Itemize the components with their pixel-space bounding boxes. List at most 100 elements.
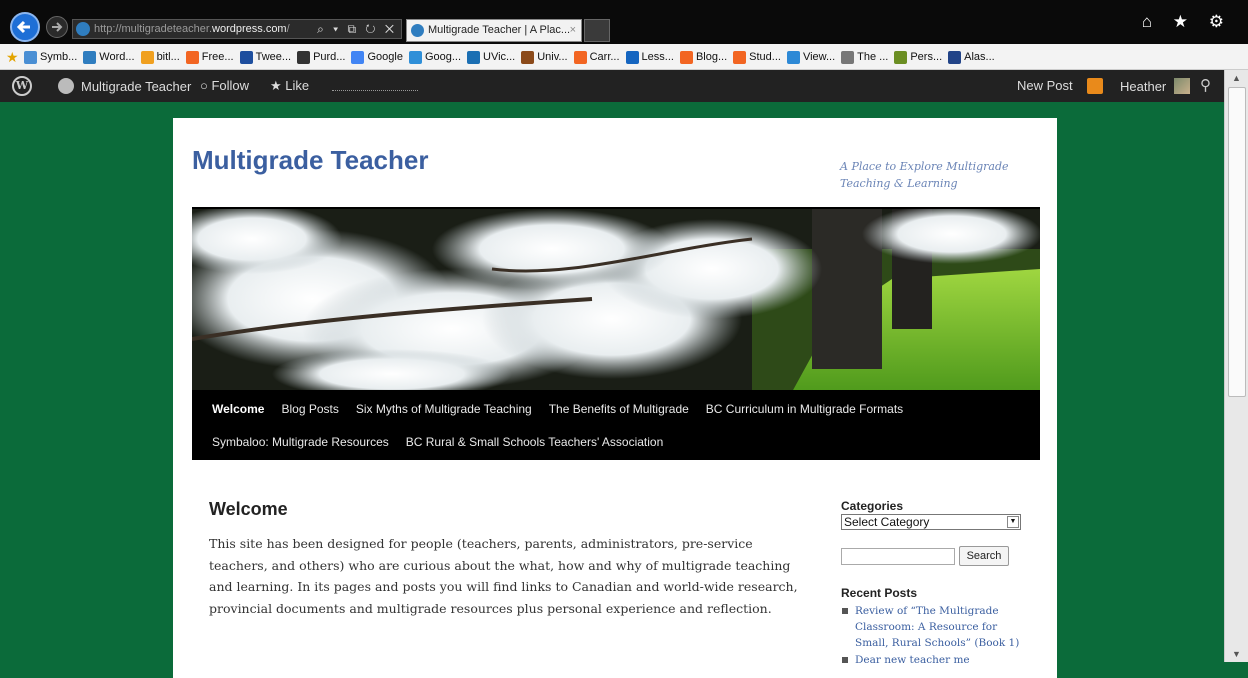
page-scrollbar[interactable]: ▲ ▼	[1224, 70, 1248, 662]
page-container: Multigrade Teacher A Place to Explore Mu…	[173, 118, 1057, 678]
favorite-link[interactable]: UVic...	[467, 50, 516, 64]
list-bullet-icon	[842, 608, 848, 614]
favorites-bar: ★ Symb... Word... bitl... Free... Twee... Pur…	[0, 44, 1248, 70]
nav-row-1: Welcome Blog Posts Six Myths of Multigrade…	[212, 402, 920, 416]
nav-item[interactable]: Blog Posts	[281, 402, 338, 416]
globe-icon	[58, 78, 74, 94]
wordpress-logo-icon[interactable]: W	[12, 76, 32, 96]
nav-item[interactable]: Six Myths of Multigrade Teaching	[356, 402, 532, 416]
nav-item[interactable]: BC Rural & Small Schools Teachers' Assoc…	[406, 435, 664, 449]
user-name: Heather	[1120, 78, 1167, 94]
site-title[interactable]: Multigrade Teacher	[192, 145, 428, 176]
favorite-link[interactable]: Twee...	[239, 50, 291, 64]
favorite-link[interactable]: Free...	[185, 50, 234, 64]
favorite-link[interactable]: Alas...	[948, 50, 995, 64]
favorite-label: Pers...	[910, 51, 943, 63]
favorite-label: Less...	[641, 51, 674, 63]
user-menu[interactable]: Heather	[1120, 78, 1191, 94]
favorite-link[interactable]: Word...	[83, 50, 135, 64]
post-title[interactable]: Welcome	[209, 499, 288, 520]
recent-post-item[interactable]: Dear new teacher me	[841, 652, 1031, 668]
search-input[interactable]	[841, 548, 955, 565]
recent-post-link[interactable]: Dear new teacher me	[855, 654, 970, 666]
sidebar: Categories Select Category ▼ Search Rece…	[841, 499, 1041, 666]
favorite-label: Word...	[99, 51, 135, 63]
favorite-link[interactable]: The ...	[841, 50, 889, 64]
nav-item[interactable]: Symbaloo: Multigrade Resources	[212, 435, 389, 449]
follow-button[interactable]: ○ Follow	[200, 78, 249, 93]
favorite-site-icon	[185, 50, 199, 64]
favorite-site-icon	[841, 50, 855, 64]
admin-site-name: Multigrade Teacher	[81, 78, 192, 94]
like-button[interactable]: ★ Like	[270, 78, 309, 94]
favorite-label: Goog...	[424, 51, 462, 63]
header-image	[192, 207, 1040, 392]
favorite-label: Purd...	[313, 51, 346, 63]
tab-multigrade-teacher[interactable]: Multigrade Teacher | A Plac... ×	[406, 19, 582, 42]
nav-item[interactable]: BC Curriculum in Multigrade Formats	[706, 402, 903, 416]
recent-posts-list: Review of “The Multigrade Classroom: A R…	[841, 603, 1031, 668]
new-post-button[interactable]: New Post	[1017, 78, 1073, 93]
favorite-site-icon	[297, 50, 311, 64]
wordpress-tab-icon	[411, 24, 424, 37]
favorite-link[interactable]: Pers...	[894, 50, 943, 64]
favorite-link[interactable]: Carr...	[573, 50, 620, 64]
favorite-site-icon	[408, 50, 422, 64]
new-tab-button[interactable]	[584, 19, 610, 42]
favorite-site-icon	[894, 50, 908, 64]
favorite-link[interactable]: Symb...	[24, 50, 77, 64]
tab-title: Multigrade Teacher | A Plac...	[428, 24, 571, 36]
address-bar[interactable]: http://multigradeteacher.wordpress.com/ …	[72, 19, 402, 39]
category-select[interactable]: Select Category ▼	[841, 514, 1021, 530]
categories-heading: Categories	[841, 499, 904, 513]
favorite-label: UVic...	[483, 51, 516, 63]
post-body: This site has been designed for people (…	[209, 536, 798, 616]
favorite-site-icon	[351, 50, 365, 64]
back-arrow-icon	[16, 20, 30, 34]
favorite-link[interactable]: bitl...	[140, 50, 180, 64]
favorite-link[interactable]: Blog...	[679, 50, 727, 64]
recent-posts-heading: Recent Posts	[841, 586, 918, 600]
tab-close-icon[interactable]: ×	[570, 20, 576, 41]
category-select-value: Select Category	[844, 515, 930, 529]
favorites-star-icon[interactable]: ★	[6, 49, 19, 66]
favorite-site-icon	[239, 50, 253, 64]
search-button[interactable]: Search	[959, 546, 1009, 566]
scroll-thumb[interactable]	[1228, 87, 1246, 397]
browser-titlebar: http://multigradeteacher.wordpress.com/ …	[0, 0, 1248, 44]
wp-admin-bar: W Multigrade Teacher ○ Follow ★ Like New…	[0, 70, 1248, 102]
scroll-up-icon[interactable]: ▲	[1225, 70, 1248, 86]
admin-site-link[interactable]: Multigrade Teacher	[58, 78, 191, 94]
forward-button[interactable]	[46, 16, 68, 38]
sidebar-search: Search	[841, 546, 1009, 566]
recent-post-link[interactable]: Review of “The Multigrade Classroom: A R…	[855, 605, 1019, 649]
favorite-site-icon	[786, 50, 800, 64]
notifications-icon[interactable]	[1087, 78, 1103, 94]
favorite-link[interactable]: View...	[786, 50, 836, 64]
favorite-link[interactable]: Univ...	[521, 50, 568, 64]
scroll-down-icon[interactable]: ▼	[1225, 646, 1248, 662]
favorite-site-icon	[679, 50, 693, 64]
admin-search-icon[interactable]: ⚲	[1200, 76, 1211, 94]
favorite-site-icon	[140, 50, 154, 64]
back-button[interactable]	[10, 12, 40, 42]
favorite-link[interactable]: Goog...	[408, 50, 462, 64]
home-favorites-tools-icons[interactable]: ⌂ ★ ⚙	[1142, 12, 1232, 32]
favorite-site-icon	[948, 50, 962, 64]
address-url[interactable]: http://multigradeteacher.wordpress.com/	[94, 20, 290, 38]
favorite-label: View...	[802, 51, 836, 63]
site-tagline: A Place to Explore Multigrade Teaching &…	[840, 160, 1009, 190]
favorite-site-icon	[573, 50, 587, 64]
nav-item[interactable]: The Benefits of Multigrade	[549, 402, 689, 416]
address-controls[interactable]: ⌕ ▾ ⧉ ↻ ✕	[317, 20, 397, 38]
admin-divider	[332, 90, 418, 91]
favorite-site-icon	[467, 50, 481, 64]
favorite-link[interactable]: Google	[351, 50, 403, 64]
nav-item[interactable]: Welcome	[212, 402, 264, 416]
recent-post-item[interactable]: Review of “The Multigrade Classroom: A R…	[841, 603, 1031, 651]
favorite-link[interactable]: Purd...	[297, 50, 346, 64]
favorite-label: The ...	[857, 51, 889, 63]
dropdown-arrow-icon[interactable]: ▼	[1007, 516, 1019, 528]
favorite-link[interactable]: Stud...	[733, 50, 781, 64]
favorite-link[interactable]: Less...	[625, 50, 674, 64]
